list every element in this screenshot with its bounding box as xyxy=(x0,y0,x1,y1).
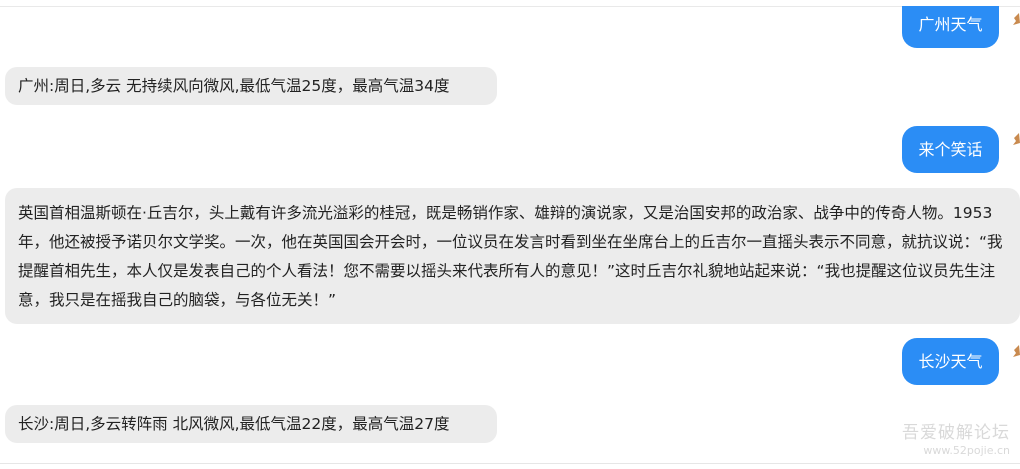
message-text: 英国首相温斯顿在·丘吉尔，头上戴有许多流光溢彩的桂冠，既是畅销作家、雄辩的演说家… xyxy=(18,204,1003,309)
user-avatar-icon xyxy=(1013,133,1020,145)
top-divider xyxy=(0,6,1020,7)
user-avatar-icon xyxy=(1013,345,1020,357)
message-text: 来个笑话 xyxy=(918,140,983,159)
user-avatar-icon xyxy=(1013,13,1020,25)
user-message-bubble: 广州天气 xyxy=(902,6,999,48)
message-text: 广州天气 xyxy=(918,15,983,34)
bottom-divider xyxy=(0,463,1020,464)
message-text: 广州:周日,多云 无持续风向微风,最低气温25度，最高气温34度 xyxy=(18,77,450,95)
bot-message-bubble: 英国首相温斯顿在·丘吉尔，头上戴有许多流光溢彩的桂冠，既是畅销作家、雄辩的演说家… xyxy=(5,188,1020,324)
watermark-title: 吾爱破解论坛 xyxy=(902,423,1010,443)
bot-message-bubble: 长沙:周日,多云转阵雨 北风微风,最低气温22度，最高气温27度 xyxy=(5,405,497,443)
user-message-bubble: 长沙天气 xyxy=(902,338,999,385)
chat-panel: 广州天气 广州:周日,多云 无持续风向微风,最低气温25度，最高气温34度 来个… xyxy=(0,0,1020,469)
message-text: 长沙天气 xyxy=(918,352,983,371)
bot-message-bubble: 广州:周日,多云 无持续风向微风,最低气温25度，最高气温34度 xyxy=(5,67,497,105)
user-message-bubble: 来个笑话 xyxy=(902,126,999,173)
message-text: 长沙:周日,多云转阵雨 北风微风,最低气温22度，最高气温27度 xyxy=(18,415,450,433)
site-watermark: 吾爱破解论坛 www.52pojie.cn xyxy=(902,422,1010,458)
watermark-url: www.52pojie.cn xyxy=(923,444,1010,457)
